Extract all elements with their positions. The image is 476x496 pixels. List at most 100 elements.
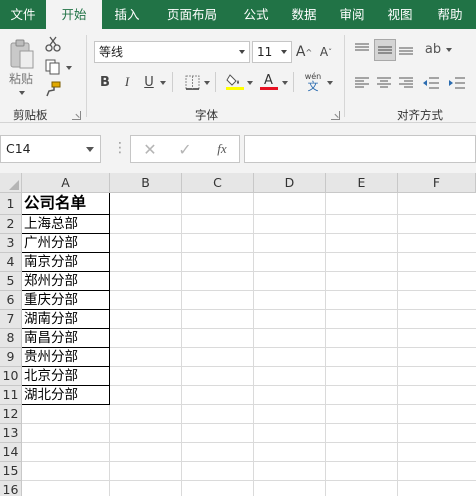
row-header-13[interactable]: 13 xyxy=(0,424,22,443)
tab-file[interactable]: 文件 xyxy=(0,0,46,29)
align-top-icon[interactable] xyxy=(354,41,370,57)
underline-icon[interactable]: U xyxy=(142,73,156,91)
fill-color-icon[interactable] xyxy=(226,71,244,91)
row-header-2[interactable]: 2 xyxy=(0,215,22,234)
font-size-select[interactable]: 11 xyxy=(252,41,292,63)
row-header-14[interactable]: 14 xyxy=(0,443,22,462)
enter-icon[interactable]: ✓ xyxy=(176,140,194,159)
group-divider xyxy=(86,35,87,117)
row-header-9[interactable]: 9 xyxy=(0,348,22,367)
font-name-select[interactable]: 等线 xyxy=(94,41,250,63)
column-header-a[interactable]: A xyxy=(22,173,110,193)
row-header-12[interactable]: 12 xyxy=(0,405,22,424)
column-header-c[interactable]: C xyxy=(182,173,254,193)
row-header-5[interactable]: 5 xyxy=(0,272,22,291)
table-cell[interactable]: 上海总部 xyxy=(22,215,110,234)
orientation-dropdown-icon[interactable] xyxy=(446,48,452,52)
fill-color-dropdown-icon[interactable] xyxy=(247,81,253,85)
table-cell[interactable]: 重庆分部 xyxy=(22,291,110,310)
font-color-icon[interactable]: A xyxy=(260,71,278,91)
column-header-d[interactable]: D xyxy=(254,173,326,193)
toolbar-divider xyxy=(215,72,216,92)
column-header-e[interactable]: E xyxy=(326,173,398,193)
column-header-f[interactable]: F xyxy=(398,173,476,193)
row-header-15[interactable]: 15 xyxy=(0,462,22,481)
align-middle-icon[interactable] xyxy=(374,39,396,61)
paste-dropdown-icon[interactable] xyxy=(19,91,25,95)
align-bottom-icon[interactable] xyxy=(398,41,414,57)
table-cell[interactable]: 郑州分部 xyxy=(22,272,110,291)
cut-icon[interactable] xyxy=(44,35,62,53)
borders-dropdown-icon[interactable] xyxy=(204,81,210,85)
chevron-down-icon xyxy=(281,50,287,54)
row-header-3[interactable]: 3 xyxy=(0,234,22,253)
tab-home[interactable]: 开始 xyxy=(46,0,102,29)
row-header-16[interactable]: 16 xyxy=(0,481,22,496)
toolbar-divider xyxy=(293,72,294,92)
table-cell[interactable]: 湖南分部 xyxy=(22,310,110,329)
font-size-value: 11 xyxy=(257,45,273,59)
cancel-icon[interactable]: ✕ xyxy=(141,140,159,159)
align-left-icon[interactable] xyxy=(354,75,370,91)
table-cell[interactable]: 广州分部 xyxy=(22,234,110,253)
align-right-icon[interactable] xyxy=(398,75,414,91)
formula-input[interactable] xyxy=(244,135,476,163)
alignment-group-label: 对齐方式 xyxy=(397,108,443,122)
row-header-4[interactable]: 4 xyxy=(0,253,22,272)
toolbar-divider xyxy=(172,72,173,92)
cell-a1-header[interactable]: 公司名单 xyxy=(22,193,110,215)
format-painter-icon[interactable] xyxy=(44,80,62,98)
decrease-font-size-icon[interactable]: Aˇ xyxy=(318,42,334,62)
row-header-8[interactable]: 8 xyxy=(0,329,22,348)
font-group-label: 字体 xyxy=(195,108,218,122)
orientation-icon[interactable]: ab xyxy=(422,40,444,58)
borders-icon[interactable] xyxy=(184,74,200,90)
tab-insert[interactable]: 插入 xyxy=(102,0,152,29)
tab-review[interactable]: 审阅 xyxy=(328,0,376,29)
table-cell[interactable]: 南昌分部 xyxy=(22,329,110,348)
name-box-value: C14 xyxy=(6,141,31,156)
clipboard-launcher-icon[interactable] xyxy=(72,111,81,120)
copy-dropdown-icon[interactable] xyxy=(66,66,72,70)
paste-button-label[interactable]: 粘贴 xyxy=(9,70,33,87)
tab-help[interactable]: 帮助 xyxy=(424,0,476,29)
paste-icon[interactable] xyxy=(8,37,36,71)
name-box[interactable]: C14 xyxy=(0,135,101,163)
row-header-1[interactable]: 1 xyxy=(0,193,22,215)
align-center-icon[interactable] xyxy=(376,75,392,91)
select-all-button[interactable] xyxy=(0,173,22,193)
ribbon-tab-bar: 文件 开始 插入 页面布局 公式 数据 审阅 视图 帮助 xyxy=(0,0,476,29)
row-header-11[interactable]: 11 xyxy=(0,386,22,405)
increase-font-size-icon[interactable]: A ^ xyxy=(296,42,312,62)
bold-icon[interactable]: B xyxy=(98,73,112,91)
row-header-7[interactable]: 7 xyxy=(0,310,22,329)
insert-function-icon[interactable]: fx xyxy=(211,140,233,158)
formula-buttons: ✕ ✓ fx xyxy=(130,135,240,163)
phonetic-dropdown-icon[interactable] xyxy=(327,81,333,85)
table-cell[interactable]: 北京分部 xyxy=(22,367,110,386)
column-header-b[interactable]: B xyxy=(110,173,182,193)
group-divider xyxy=(344,35,345,117)
underline-dropdown-icon[interactable] xyxy=(160,81,166,85)
tab-view[interactable]: 视图 xyxy=(376,0,424,29)
font-color-dropdown-icon[interactable] xyxy=(282,81,288,85)
font-launcher-icon[interactable] xyxy=(331,111,340,120)
phonetic-guide-icon[interactable]: wén 文 xyxy=(302,70,324,94)
tab-data[interactable]: 数据 xyxy=(280,0,328,29)
table-cell[interactable]: 南京分部 xyxy=(22,253,110,272)
chevron-down-icon xyxy=(239,50,245,54)
table-cell[interactable]: 贵州分部 xyxy=(22,348,110,367)
italic-icon[interactable]: I xyxy=(120,73,134,91)
chevron-down-icon xyxy=(86,147,94,152)
copy-icon[interactable] xyxy=(44,58,62,76)
row-header-6[interactable]: 6 xyxy=(0,291,22,310)
increase-indent-icon[interactable] xyxy=(448,75,466,91)
ribbon: 粘贴 剪贴板 等线 11 A ^ Aˇ B I U A wén 文 字体 ab … xyxy=(0,29,476,123)
tab-formulas[interactable]: 公式 xyxy=(232,0,280,29)
table-cell[interactable]: 湖北分部 xyxy=(22,386,110,405)
formula-bar-grip-icon: ⋮ xyxy=(113,140,127,156)
decrease-indent-icon[interactable] xyxy=(422,75,440,91)
tab-page-layout[interactable]: 页面布局 xyxy=(152,0,232,29)
row-header-10[interactable]: 10 xyxy=(0,367,22,386)
clipboard-group-label: 剪贴板 xyxy=(13,108,48,122)
